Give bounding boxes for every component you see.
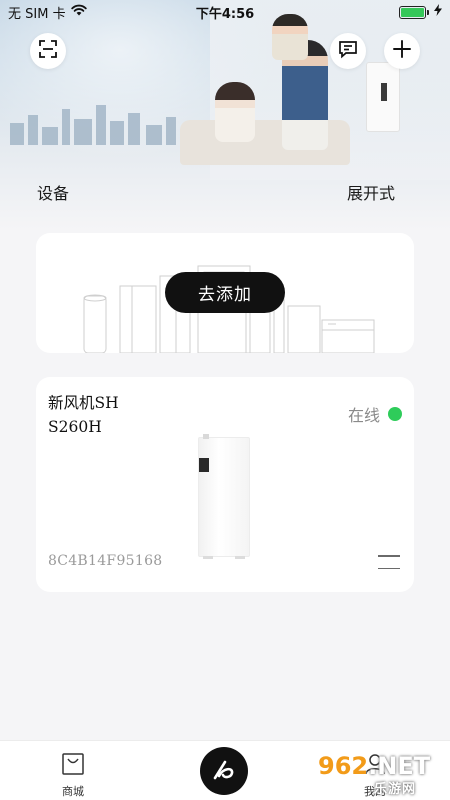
- battery-icon: [399, 5, 429, 19]
- shopping-bag-icon: [60, 751, 86, 780]
- fresh-air-unit-image: [198, 434, 250, 559]
- device-card[interactable]: 新风机SH S260H 在线 8C4B14F95168: [36, 377, 414, 592]
- device-name-line1: 新风机SH: [48, 394, 119, 412]
- status-bar: 无 SIM 卡 下午4:56: [0, 0, 450, 24]
- device-name: 新风机SH S260H: [48, 391, 188, 439]
- add-button[interactable]: [384, 33, 420, 69]
- device-name-line2: S260H: [48, 418, 102, 436]
- devices-title: 设备: [37, 184, 70, 203]
- add-device-button[interactable]: 去添加: [165, 272, 285, 313]
- tab-mine-label: 我的: [364, 785, 386, 798]
- view-mode-toggle[interactable]: 展开式: [347, 180, 395, 204]
- message-icon: [338, 39, 358, 63]
- purifier-product: [366, 62, 400, 132]
- brand-logo-icon: [209, 754, 239, 788]
- menu-icon[interactable]: [378, 555, 402, 569]
- bottom-tab-bar: 商城 我的: [0, 740, 450, 800]
- scan-button[interactable]: [30, 33, 66, 69]
- city-skyline: [0, 95, 200, 145]
- app-screen: 无 SIM 卡 下午4:56 设备 展开式 去添加 新风机SH S260H 在线…: [0, 0, 450, 800]
- carrier-label: 无 SIM 卡: [8, 6, 66, 22]
- wifi-icon: [70, 4, 87, 20]
- user-icon: [362, 751, 388, 780]
- message-button[interactable]: [330, 33, 366, 69]
- mother-figure: [215, 82, 255, 142]
- charging-icon: [434, 4, 442, 20]
- tab-mall-label: 商城: [62, 785, 84, 798]
- device-mac-address: 8C4B14F95168: [48, 553, 163, 569]
- status-label: 在线: [347, 406, 380, 425]
- tab-mine[interactable]: 我的: [362, 751, 388, 799]
- plus-icon: [392, 39, 412, 63]
- scan-icon: [38, 39, 58, 63]
- tab-mall[interactable]: 商城: [60, 751, 86, 799]
- home-center-button[interactable]: [200, 747, 248, 795]
- device-status: 在线: [348, 402, 402, 426]
- online-indicator-icon: [388, 407, 402, 421]
- add-device-card: 去添加: [36, 233, 414, 353]
